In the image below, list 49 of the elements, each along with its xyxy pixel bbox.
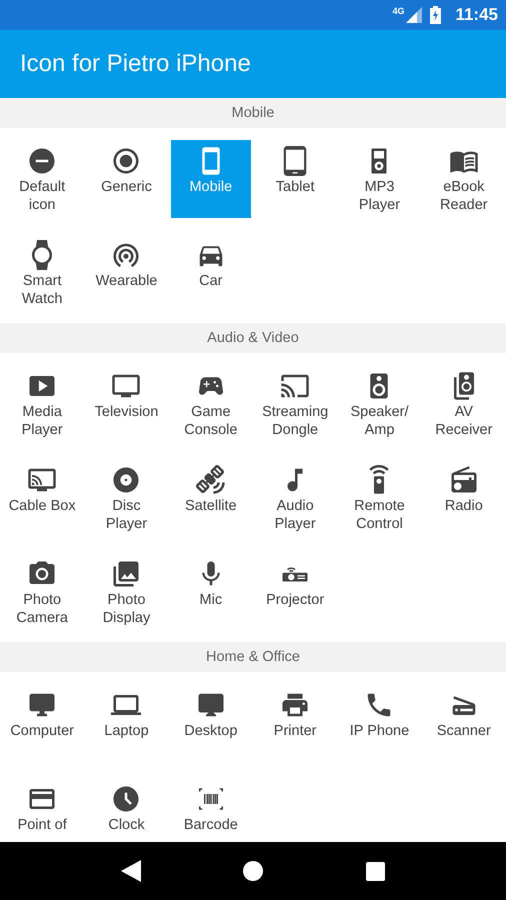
device-option[interactable]: Car [170, 234, 251, 312]
no-entry-icon [27, 146, 58, 176]
device-option[interactable]: Mic [170, 553, 251, 631]
radio-icon [448, 465, 479, 495]
device-option[interactable]: Streaming Dongle [255, 365, 336, 443]
device-option[interactable]: Barcode [170, 778, 251, 842]
device-option[interactable]: Photo Camera [2, 553, 82, 631]
device-option[interactable]: AV Receiver [424, 365, 504, 443]
back-icon[interactable] [121, 860, 142, 882]
recents-icon[interactable] [366, 862, 385, 880]
battery-charging-icon [430, 6, 442, 24]
device-option[interactable]: Smart Watch [2, 234, 82, 312]
device-option[interactable]: Projector [255, 553, 336, 631]
home-icon[interactable] [243, 861, 264, 881]
device-option[interactable]: Clock [86, 778, 166, 842]
device-option[interactable]: Television [86, 365, 166, 443]
device-option[interactable]: Game Console [170, 365, 251, 443]
device-option[interactable]: IP Phone [339, 684, 420, 762]
network-type: 4G [392, 6, 404, 16]
satellite-icon [196, 465, 226, 495]
device-option[interactable]: Satellite [170, 459, 251, 537]
device-option[interactable]: Media Player [2, 365, 82, 443]
device-option[interactable]: Photo Display [86, 553, 166, 631]
device-option[interactable]: MP3 Player [339, 140, 420, 218]
app-title: Icon for Pietro iPhone [20, 50, 251, 78]
device-option[interactable]: Cable Box [2, 459, 82, 537]
section-title: Audio & Video [207, 330, 299, 346]
device-option[interactable]: Radio [424, 459, 504, 537]
device-option[interactable]: Printer [255, 684, 336, 762]
section-title: Mobile [232, 105, 274, 121]
device-option[interactable]: Scanner [424, 684, 504, 762]
section-title: Home & Office [206, 649, 300, 665]
signal-icon [406, 7, 422, 23]
device-option[interactable]: Audio Player [255, 459, 336, 537]
device-option[interactable]: Desktop [170, 684, 251, 762]
device-option[interactable]: Disc Player [86, 459, 166, 537]
device-option[interactable]: Remote Control [339, 459, 420, 537]
clock-time: 11:45 [455, 5, 498, 25]
device-option[interactable]: Generic [86, 140, 166, 218]
device-option[interactable]: Speaker/ Amp [339, 365, 420, 443]
device-option[interactable]: Point of [2, 778, 82, 842]
device-option[interactable]: Laptop [86, 684, 166, 762]
device-option[interactable]: Default icon [2, 140, 82, 218]
photos-icon [111, 559, 142, 589]
clock-icon [111, 784, 142, 814]
device-option[interactable]: Tablet [255, 140, 336, 218]
device-option[interactable]: Wearable [86, 234, 166, 312]
device-option[interactable]: eBook Reader [424, 140, 504, 218]
device-option[interactable]: Computer [2, 684, 82, 762]
